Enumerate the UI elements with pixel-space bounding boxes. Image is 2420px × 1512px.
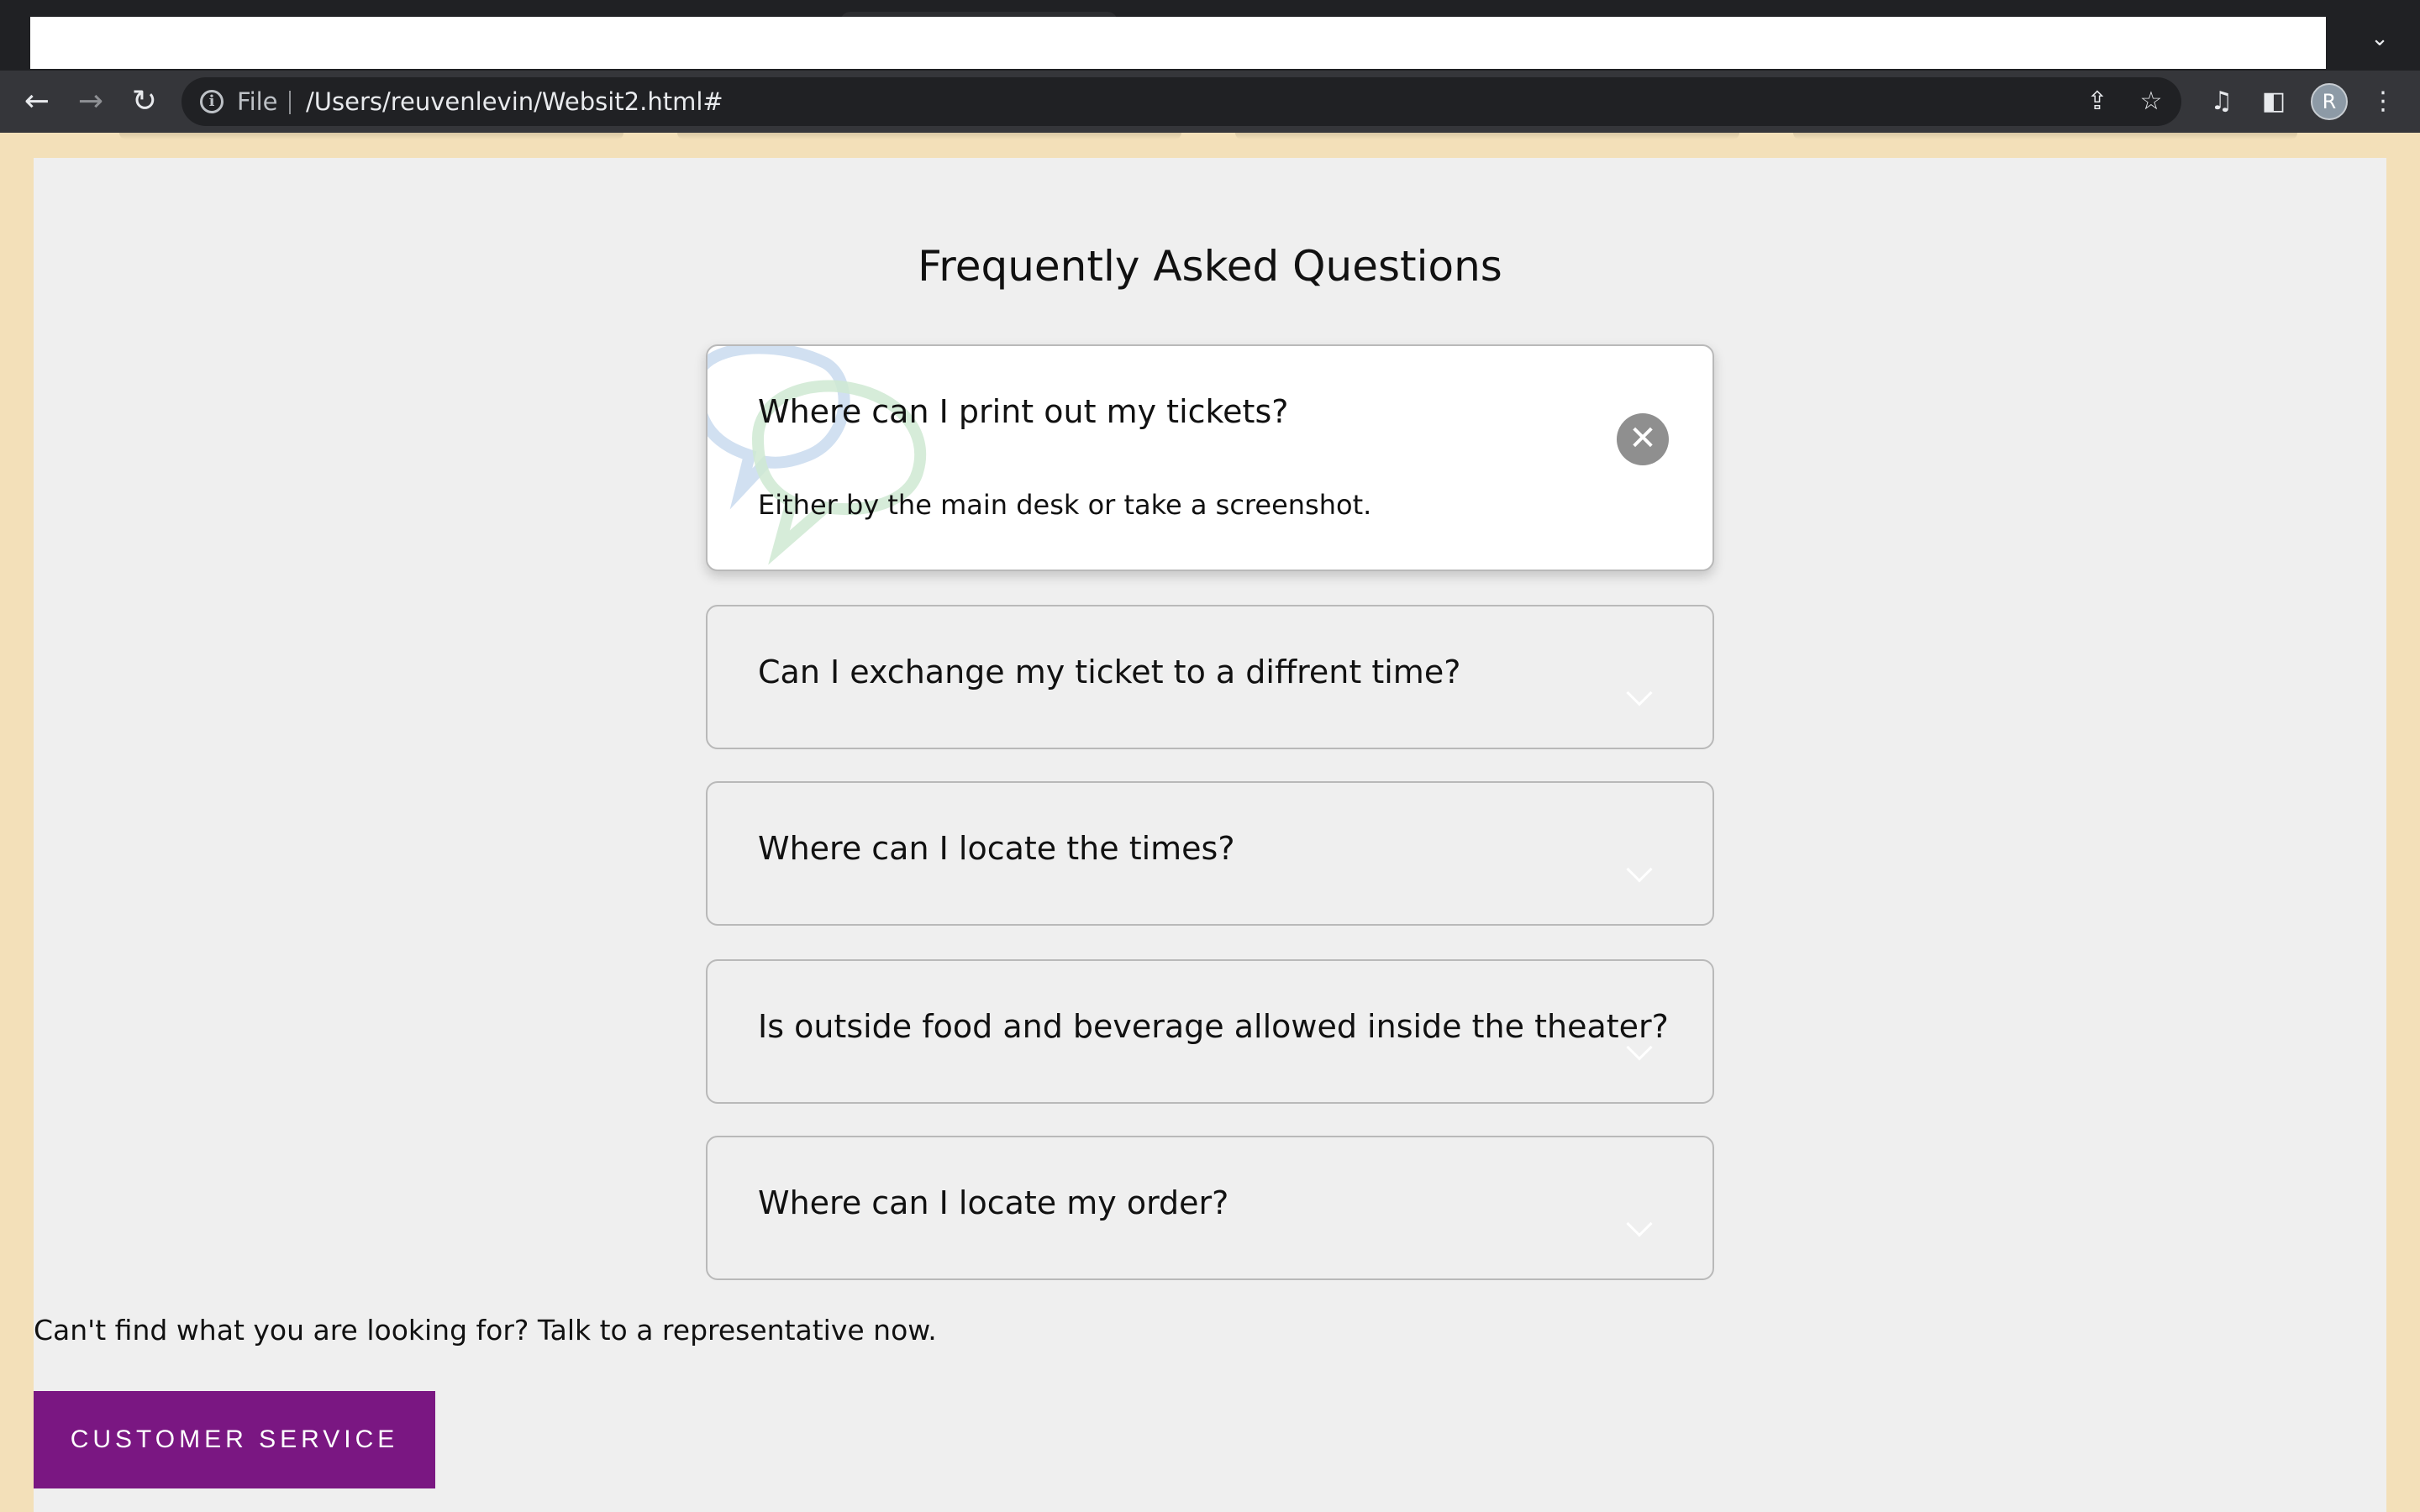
address-bar[interactable]: i File /Users/reuvenlevin/Websit2.html# … — [182, 77, 2181, 126]
side-panel-icon[interactable]: ◧ — [2254, 81, 2294, 122]
scheme-label: File — [237, 87, 278, 116]
share-icon[interactable]: ⇪ — [2079, 83, 2116, 120]
reload-icon[interactable]: ↻ — [123, 80, 166, 123]
faq-item-open[interactable]: Where can I print out my tickets? Either… — [706, 344, 1714, 571]
url-text[interactable]: /Users/reuvenlevin/Websit2.html# — [306, 77, 723, 126]
nav-tab-shadow — [119, 133, 623, 139]
info-icon[interactable]: i — [200, 90, 224, 113]
faq-item[interactable]: Is outside food and beverage allowed ins… — [706, 959, 1714, 1104]
faq-question: Can I exchange my ticket to a diffrent t… — [758, 654, 1461, 690]
page-title: Frequently Asked Questions — [918, 242, 1502, 291]
faq-item[interactable]: Can I exchange my ticket to a diffrent t… — [706, 605, 1714, 749]
faq-section: Frequently Asked Questions Where can I p… — [34, 158, 2386, 1512]
faq-question: Where can I locate my order? — [758, 1184, 1229, 1221]
omnibox-separator — [289, 91, 291, 114]
media-icon[interactable]: ♫ — [2202, 81, 2242, 122]
forward-icon[interactable]: → — [69, 80, 113, 123]
faq-question: Where can I print out my tickets? — [758, 393, 1289, 430]
nav-tab-shadow — [1793, 133, 2297, 139]
avatar[interactable]: R — [2311, 83, 2348, 120]
faq-item[interactable]: Where can I locate the times? — [706, 781, 1714, 926]
browser-toolbar: ← → ↻ i File /Users/reuvenlevin/Websit2.… — [0, 71, 2420, 133]
back-icon[interactable]: ← — [15, 80, 59, 123]
star-icon[interactable]: ☆ — [2133, 83, 2170, 120]
chevron-down-icon[interactable] — [1626, 680, 1653, 706]
customer-service-button[interactable]: CUSTOMER SERVICE — [34, 1391, 435, 1488]
tab-strip: ⌄ — [0, 0, 2420, 71]
tab-list-icon[interactable]: ⌄ — [2365, 24, 2395, 54]
active-tab-area — [30, 17, 2326, 69]
faq-question: Is outside food and beverage allowed ins… — [758, 1008, 1669, 1045]
nav-tab-shadow — [677, 133, 1181, 139]
chevron-down-icon[interactable] — [1626, 1210, 1653, 1237]
chevron-down-icon[interactable] — [1626, 856, 1653, 883]
faq-question: Where can I locate the times? — [758, 830, 1235, 867]
nav-tab-shadow — [1235, 133, 1739, 139]
help-text: Can't find what you are looking for? Tal… — [34, 1314, 937, 1347]
faq-item[interactable]: Where can I locate my order? — [706, 1136, 1714, 1280]
menu-icon[interactable]: ⋮ — [2363, 81, 2403, 122]
nav-shadow-strip — [0, 133, 2420, 141]
close-icon[interactable]: ✕ — [1617, 413, 1669, 465]
chat-bubbles-icon — [708, 346, 927, 565]
faq-answer: Either by the main desk or take a screen… — [758, 489, 1372, 521]
